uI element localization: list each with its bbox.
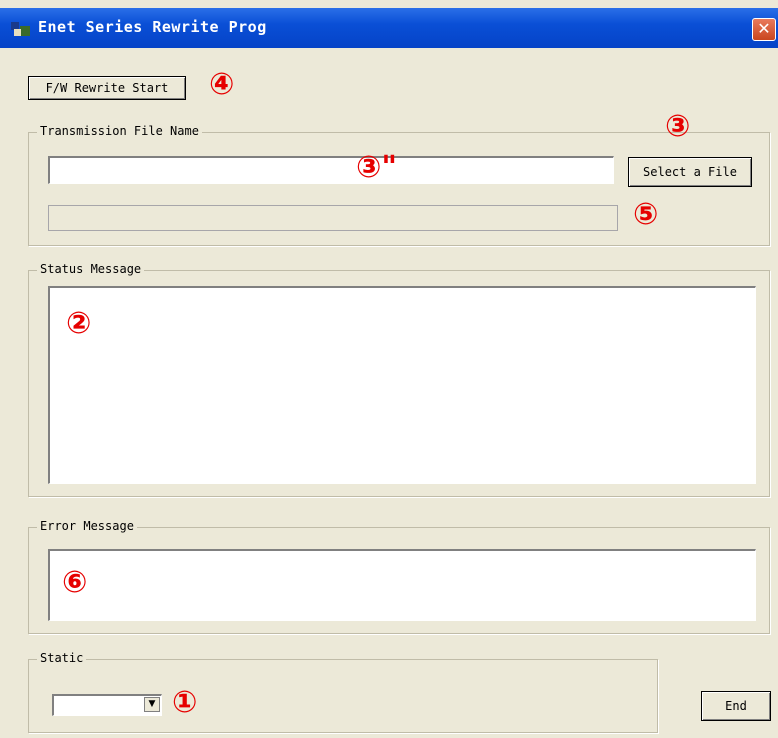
end-button[interactable]: End — [701, 691, 771, 721]
title-bar[interactable]: Enet Series Rewrite Prog ✕ — [0, 8, 778, 48]
close-icon: ✕ — [757, 19, 771, 38]
select-file-button[interactable]: Select a File — [628, 157, 752, 187]
annotation-marker-3: ③ — [665, 109, 691, 144]
annotation-marker-6: ⑥ — [62, 565, 88, 600]
transmission-file-field[interactable] — [48, 156, 614, 184]
app-icon — [11, 22, 30, 36]
chevron-down-icon[interactable]: ▼ — [144, 697, 160, 712]
transmission-group-label: Transmission File Name — [37, 124, 202, 138]
static-combo-box[interactable]: ▼ — [52, 694, 162, 716]
static-group-label: Static — [37, 651, 87, 665]
annotation-marker-3-double-prime: ③" — [356, 150, 398, 185]
error-message-box[interactable] — [48, 549, 756, 621]
error-group-label: Error Message — [37, 519, 137, 533]
annotation-marker-5: ⑤ — [633, 197, 659, 232]
app-window: Enet Series Rewrite Prog ✕ F/W Rewrite S… — [0, 0, 778, 738]
status-group-label: Status Message — [37, 262, 145, 276]
status-message-box[interactable] — [48, 286, 756, 484]
annotation-marker-1: ① — [172, 685, 198, 720]
window-title: Enet Series Rewrite Prog — [38, 18, 267, 36]
fw-rewrite-start-button[interactable]: F/W Rewrite Start — [28, 76, 186, 100]
transfer-progress-bar — [48, 205, 618, 231]
annotation-marker-2: ② — [66, 306, 92, 341]
annotation-marker-4: ④ — [209, 67, 235, 102]
close-button[interactable]: ✕ — [752, 18, 776, 41]
